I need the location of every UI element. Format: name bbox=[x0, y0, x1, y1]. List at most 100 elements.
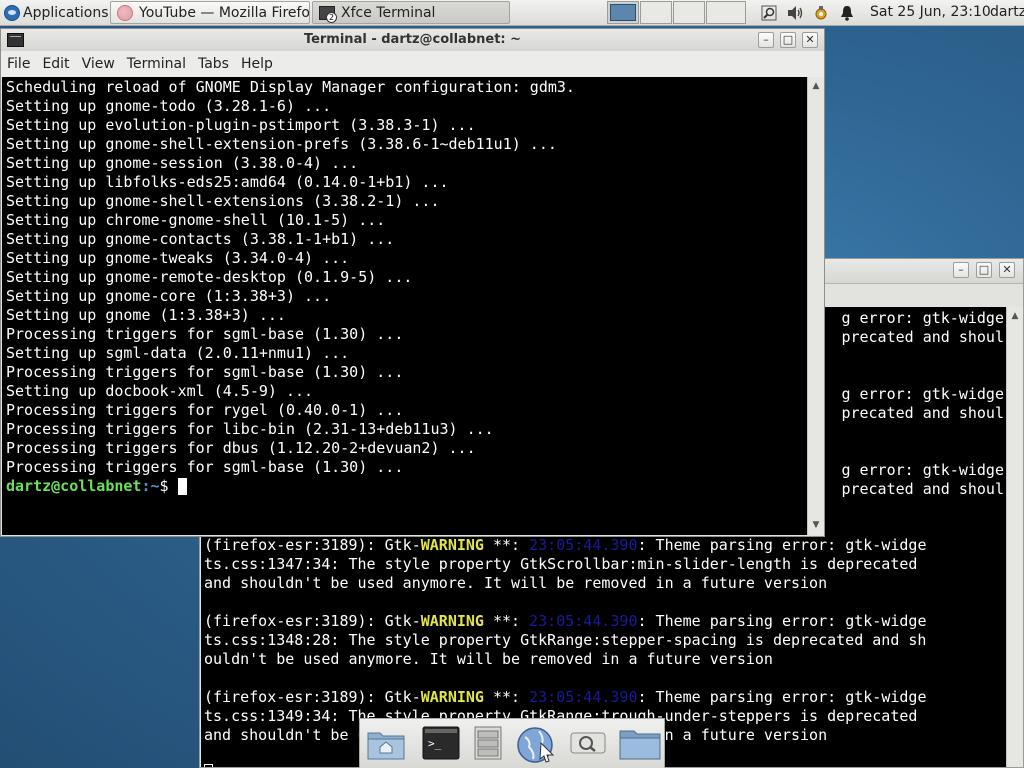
terminal-window[interactable]: Terminal - dartz@collabnet: ~ – □ ✕ File… bbox=[0, 28, 825, 537]
menu-file[interactable]: File bbox=[1, 56, 36, 72]
log-separator: **: bbox=[483, 536, 530, 554]
menu-bar: File Edit View Terminal Tabs Help bbox=[1, 51, 824, 77]
warning-label: WARNING bbox=[420, 536, 484, 554]
text-cursor bbox=[177, 478, 187, 495]
terminal-line: Processing triggers for rygel (0.40.0-1)… bbox=[6, 401, 404, 419]
log-separator: **: bbox=[483, 688, 530, 706]
terminal-line: ouldn't be used anymore. It will be remo… bbox=[204, 650, 773, 668]
terminal-line: ts.css:1348:28: The style property GtkRa… bbox=[204, 631, 927, 649]
app-finder-icon[interactable] bbox=[568, 725, 608, 761]
terminal-line: (firefox-esr:3189): Gtk-WARNING **: 23:0… bbox=[204, 612, 926, 631]
applications-label: Applications bbox=[23, 4, 109, 21]
menu-help[interactable]: Help bbox=[235, 56, 279, 72]
log-message: : Theme parsing error: gtk-widge bbox=[637, 688, 927, 706]
clock[interactable]: Sat 25 Jun, 23:10 bbox=[870, 0, 991, 25]
terminal-output[interactable]: Scheduling reload of GNOME Display Manag… bbox=[2, 77, 807, 535]
terminal-line: Setting up gnome-tweaks (3.34.0-4) ... bbox=[6, 249, 350, 267]
log-prefix: (firefox-esr:3189): Gtk- bbox=[204, 688, 421, 706]
terminal-line: Setting up gnome-session (3.38.0-4) ... bbox=[6, 154, 359, 172]
menu-tabs[interactable]: Tabs bbox=[192, 56, 235, 72]
terminal-line: Setting up sgml-data (2.0.11+nmu1) ... bbox=[6, 344, 350, 362]
terminal-line: Setting up docbook-xml (4.5-9) ... bbox=[6, 382, 314, 400]
terminal-line: Processing triggers for sgml-base (1.30)… bbox=[6, 363, 404, 381]
minimize-button[interactable]: – bbox=[953, 262, 969, 278]
timestamp: 23:05:44.390 bbox=[529, 536, 638, 554]
terminal-line: Setting up gnome-shell-extension-prefs (… bbox=[6, 135, 557, 153]
terminal-icon: 2 bbox=[319, 5, 337, 23]
terminal-line: Processing triggers for sgml-base (1.30)… bbox=[6, 325, 404, 343]
terminal-line: Setting up evolution-plugin-pstimport (3… bbox=[6, 116, 476, 134]
search-icon[interactable] bbox=[758, 0, 780, 25]
top-panel: Applications YouTube — Mozilla Firefox 2… bbox=[0, 0, 1024, 26]
applications-menu-button[interactable]: Applications bbox=[0, 0, 113, 25]
terminal-line: Setting up gnome-todo (3.28.1-6) ... bbox=[6, 97, 332, 115]
prompt-symbol: $ bbox=[159, 477, 178, 495]
menu-terminal[interactable]: Terminal bbox=[121, 56, 192, 72]
taskbar-item-terminal[interactable]: 2 Xfce Terminal bbox=[312, 1, 510, 24]
log-message: : Theme parsing error: gtk-widge bbox=[637, 536, 927, 554]
log-separator: **: bbox=[483, 612, 530, 630]
terminal-line: Setting up libfolks-eds25:amd64 (0.14.0-… bbox=[6, 173, 449, 191]
warning-label: WARNING bbox=[420, 612, 484, 630]
scroll-down-icon[interactable]: ▼ bbox=[808, 518, 824, 532]
workspace-1[interactable] bbox=[607, 1, 639, 24]
notification-bell-icon[interactable] bbox=[836, 0, 858, 25]
scroll-up-icon[interactable]: ▲ bbox=[1007, 309, 1023, 323]
log-prefix: (firefox-esr:3189): Gtk- bbox=[204, 612, 421, 630]
maximize-button[interactable]: □ bbox=[976, 262, 992, 278]
workspace-2[interactable] bbox=[640, 1, 672, 24]
folder-icon[interactable] bbox=[618, 725, 662, 761]
close-button[interactable]: ✕ bbox=[999, 262, 1015, 278]
terminal-line: (firefox-esr:3189): Gtk-WARNING **: 23:0… bbox=[204, 536, 926, 555]
workspace-3[interactable] bbox=[673, 1, 705, 24]
terminal-icon[interactable]: >_ bbox=[422, 725, 460, 761]
terminal-line: Setting up gnome-contacts (3.38.1-1+b1) … bbox=[6, 230, 395, 248]
terminal-line: and shouldn't be used anymore. It will b… bbox=[204, 574, 828, 592]
minimize-button[interactable]: – bbox=[758, 32, 774, 48]
prompt-path: :~ bbox=[141, 477, 160, 495]
log-prefix: (firefox-esr:3189): Gtk- bbox=[204, 536, 421, 554]
terminal-line: Scheduling reload of GNOME Display Manag… bbox=[6, 78, 575, 96]
terminal-line: Setting up gnome-shell-extensions (3.38.… bbox=[6, 192, 440, 210]
terminal-line: Setting up chrome-gnome-shell (10.1-5) .… bbox=[6, 211, 386, 229]
web-browser-icon[interactable] bbox=[515, 725, 557, 763]
xfce-logo-icon bbox=[4, 4, 20, 21]
scroll-up-icon[interactable]: ▲ bbox=[808, 79, 824, 93]
terminal-line: (firefox-esr:3189): Gtk-WARNING **: 23:0… bbox=[204, 688, 926, 707]
network-icon[interactable] bbox=[810, 0, 832, 25]
window-title: Terminal - dartz@collabnet: ~ bbox=[303, 32, 522, 47]
warning-label: WARNING bbox=[420, 688, 484, 706]
terminal-line: ts.css:1347:34: The style property GtkSc… bbox=[204, 555, 918, 573]
home-folder-icon[interactable] bbox=[366, 725, 406, 761]
workspace-4[interactable] bbox=[706, 1, 746, 24]
maximize-button[interactable]: □ bbox=[780, 32, 796, 48]
window-menu-icon[interactable] bbox=[7, 33, 24, 47]
timestamp: 23:05:44.390 bbox=[529, 612, 638, 630]
scrollbar[interactable]: ▲ ▼ bbox=[807, 77, 824, 535]
user-menu[interactable]: dartz bbox=[990, 0, 1024, 25]
taskbar-item-label: YouTube — Mozilla Firefox bbox=[139, 4, 310, 21]
prompt-line: dartz@collabnet:~$ bbox=[6, 477, 807, 496]
terminal-line: Processing triggers for sgml-base (1.30)… bbox=[6, 458, 404, 476]
taskbar-item-label: Xfce Terminal bbox=[341, 4, 436, 21]
terminal-line: Processing triggers for libc-bin (2.31-1… bbox=[6, 420, 494, 438]
firefox-icon bbox=[117, 4, 133, 21]
timestamp: 23:05:44.390 bbox=[529, 688, 638, 706]
close-button[interactable]: ✕ bbox=[802, 32, 818, 48]
window-count-badge: 2 bbox=[326, 11, 337, 23]
file-manager-icon[interactable] bbox=[472, 725, 504, 761]
prompt-user: dartz@collabnet bbox=[6, 477, 142, 495]
menu-edit[interactable]: Edit bbox=[36, 56, 75, 72]
dock: >_ bbox=[359, 718, 665, 768]
window-titlebar[interactable]: Terminal - dartz@collabnet: ~ bbox=[1, 29, 824, 52]
taskbar-item-firefox[interactable]: YouTube — Mozilla Firefox bbox=[110, 1, 310, 24]
scrollbar[interactable]: ▲ bbox=[1006, 307, 1023, 767]
text-cursor bbox=[204, 764, 213, 767]
volume-icon[interactable] bbox=[784, 0, 806, 25]
terminal-line: Processing triggers for dbus (1.12.20-2+… bbox=[6, 439, 476, 457]
menu-view[interactable]: View bbox=[76, 56, 121, 72]
terminal-line: Setting up gnome-core (1:3.38+3) ... bbox=[6, 287, 332, 305]
terminal-line: Setting up gnome (1:3.38+3) ... bbox=[6, 306, 286, 324]
